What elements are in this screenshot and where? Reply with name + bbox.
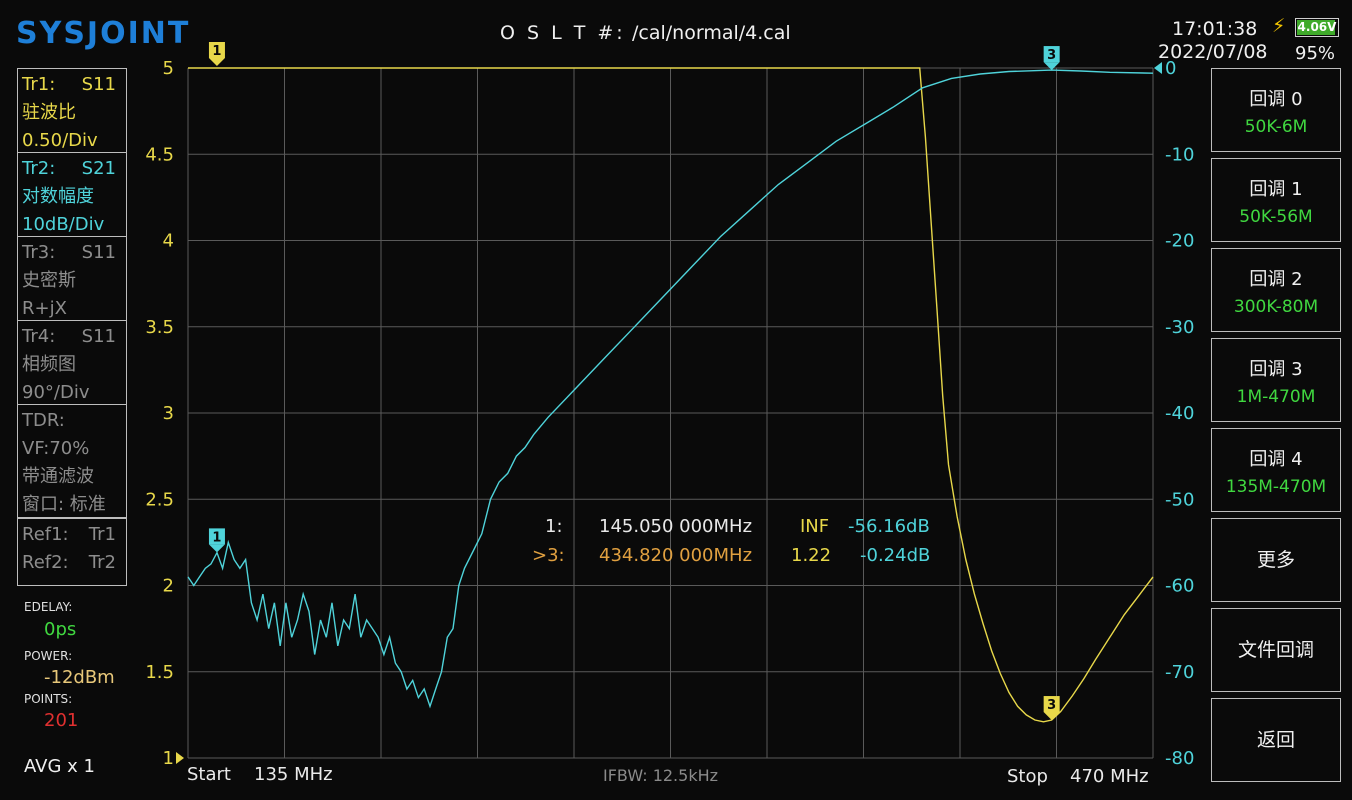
right-axis-tick-label: -10 bbox=[1165, 144, 1194, 165]
left-axis-tick-label: 2.5 bbox=[145, 489, 174, 510]
marker-3-swr: 1.22 bbox=[791, 545, 832, 566]
ifbw-readout: IFBW: 12.5kHz bbox=[603, 766, 719, 785]
left-axis-tick-label: 2 bbox=[163, 576, 174, 597]
left-axis-ticks: 5 4.5 4 3.5 3 2.5 2 1.5 1 bbox=[145, 58, 184, 769]
marker-3-db: -0.24dB bbox=[860, 545, 931, 566]
right-axis-tick-label: 0 bbox=[1165, 58, 1176, 79]
measurement-chart[interactable]: 5 4.5 4 3.5 3 2.5 2 1.5 1 0 -10 -20 -30 -40 -50 -60 -70… bbox=[0, 0, 1352, 800]
left-axis-tick-label: 3 bbox=[163, 403, 174, 424]
chart-grid bbox=[187, 67, 1154, 759]
chart-markers: 1 1 3 3 bbox=[208, 42, 1060, 721]
right-reference-arrow-icon bbox=[1154, 62, 1162, 74]
right-axis-tick-label: -60 bbox=[1165, 576, 1194, 597]
marker-1-tr1-icon: 1 bbox=[208, 42, 225, 66]
left-axis-tick-label: 4 bbox=[163, 231, 174, 252]
svg-text:1: 1 bbox=[212, 530, 221, 545]
right-axis-tick-label: -80 bbox=[1165, 748, 1194, 769]
marker-3-tr1-icon: 3 bbox=[1043, 696, 1060, 721]
right-axis-tick-label: -30 bbox=[1165, 317, 1194, 338]
marker-1-swr: INF bbox=[800, 516, 830, 537]
stop-label: Stop bbox=[1007, 766, 1048, 787]
marker-1-tr2-icon: 1 bbox=[208, 528, 225, 553]
left-axis-tick-label: 1 bbox=[163, 748, 174, 769]
right-axis-tick-label: -40 bbox=[1165, 403, 1194, 424]
left-axis-tick-label: 3.5 bbox=[145, 317, 174, 338]
right-axis-tick-label: -20 bbox=[1165, 231, 1194, 252]
left-axis-tick-label: 5 bbox=[163, 58, 174, 79]
marker-1-id: 1: bbox=[545, 516, 563, 537]
marker-3-id: >3: bbox=[532, 545, 565, 566]
svg-text:3: 3 bbox=[1047, 698, 1056, 713]
right-axis-ticks: 0 -10 -20 -30 -40 -50 -60 -70 -80 bbox=[1154, 58, 1194, 769]
right-axis-tick-label: -50 bbox=[1165, 489, 1194, 510]
marker-3-frequency: 434.820 000MHz bbox=[599, 545, 753, 566]
start-label: Start bbox=[187, 764, 231, 785]
marker-1-db: -56.16dB bbox=[848, 516, 930, 537]
svg-text:1: 1 bbox=[212, 44, 221, 59]
left-axis-tick-label: 4.5 bbox=[145, 144, 174, 165]
marker-1-frequency: 145.050 000MHz bbox=[599, 516, 753, 537]
svg-text:3: 3 bbox=[1047, 48, 1056, 63]
right-axis-tick-label: -70 bbox=[1165, 662, 1194, 683]
marker-3-tr2-icon: 3 bbox=[1043, 46, 1060, 71]
stop-frequency[interactable]: 470 MHz bbox=[1070, 766, 1149, 787]
left-axis-tick-label: 1.5 bbox=[145, 662, 174, 683]
start-frequency[interactable]: 135 MHz bbox=[254, 764, 333, 785]
left-reference-arrow-icon bbox=[176, 752, 184, 764]
